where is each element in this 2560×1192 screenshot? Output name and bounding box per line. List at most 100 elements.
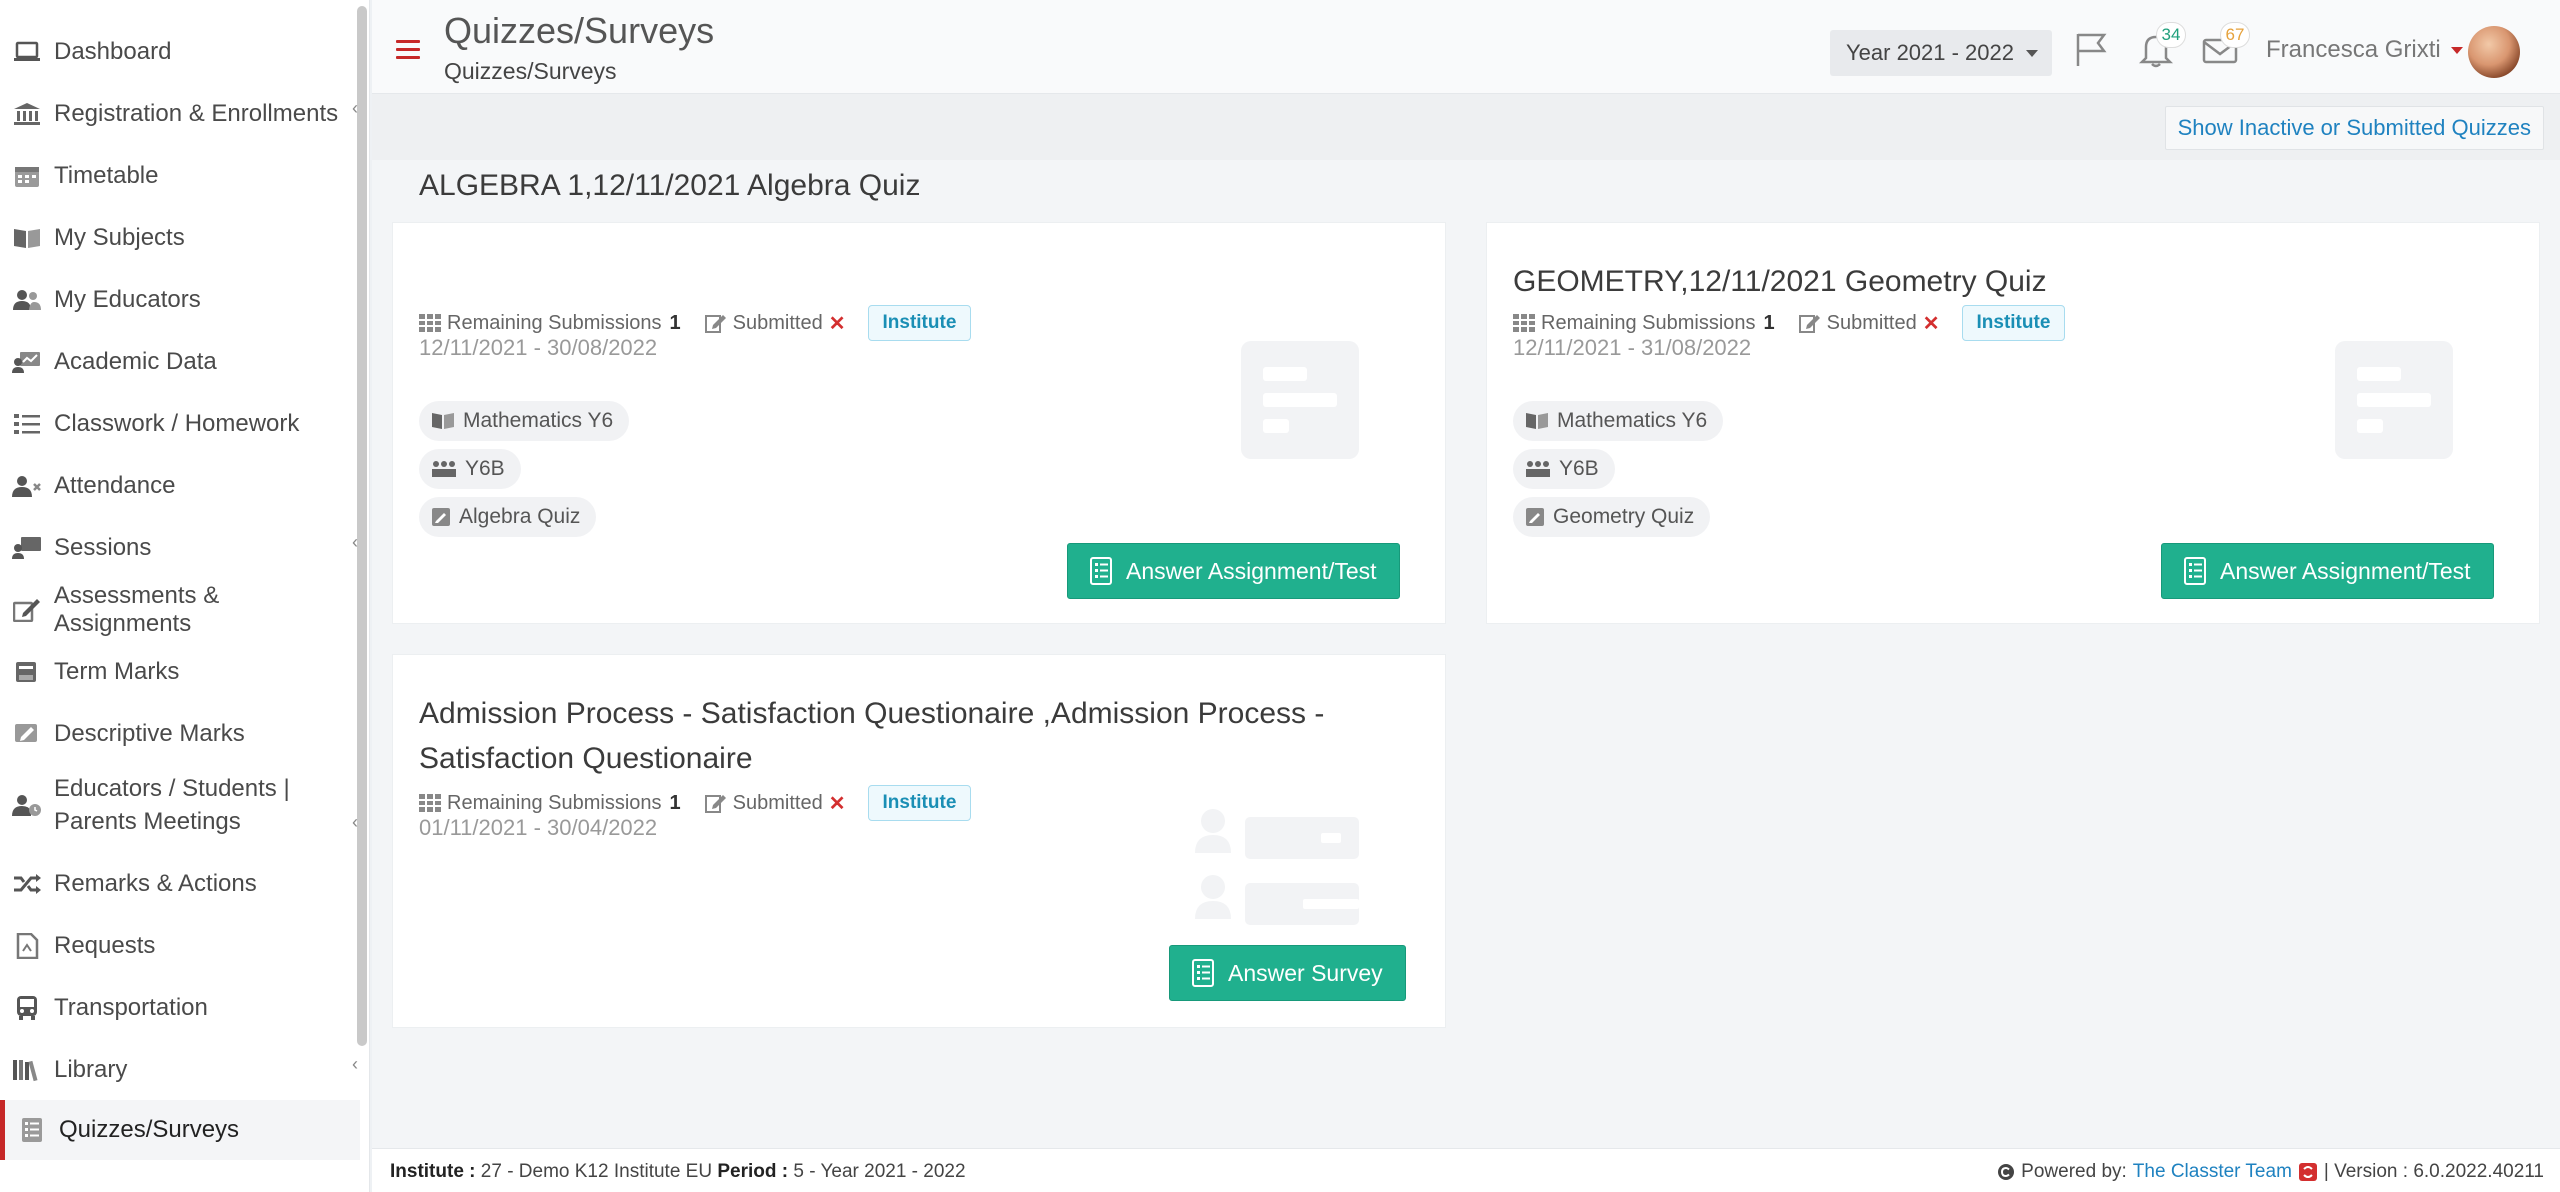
caret-down-icon xyxy=(2026,49,2038,57)
book-icon xyxy=(431,412,455,430)
toolbar: Show Inactive or Submitted Quizzes xyxy=(372,94,2560,160)
comment-edit-icon xyxy=(12,721,42,747)
sidebar-item-sessions[interactable]: Sessions ‹ xyxy=(0,530,360,566)
sidebar-item-label: Timetable xyxy=(54,162,159,189)
answer-survey-button[interactable]: Answer Survey xyxy=(1169,945,1406,1001)
sidebar-item-label: Remarks & Actions xyxy=(54,870,257,897)
sidebar-item-requests[interactable]: Requests xyxy=(0,928,360,964)
period-value: 5 - Year 2021 - 2022 xyxy=(793,1161,966,1182)
sidebar-item-assessments[interactable]: Assessments & Assignments xyxy=(0,582,360,637)
quiz-card: ALGEBRA 1,12/11/2021 Algebra Quiz Remain… xyxy=(392,169,1446,624)
remaining-label: Remaining Submissions xyxy=(447,791,662,814)
sidebar-item-quizzes[interactable]: Quizzes/Surveys xyxy=(0,1100,360,1160)
answer-assignment-button[interactable]: Answer Assignment/Test xyxy=(1067,543,1400,599)
user-clock-icon xyxy=(12,792,42,818)
sidebar-item-label: Assessments & Assignments xyxy=(53,582,220,637)
flag-icon[interactable] xyxy=(2072,30,2112,70)
year-selector[interactable]: Year 2021 - 2022 xyxy=(1830,30,2052,76)
calendar-icon xyxy=(12,163,42,189)
sidebar-item-attendance[interactable]: Attendance xyxy=(0,468,360,504)
remaining-value: 1 xyxy=(1763,311,1775,334)
assessment-tag: Geometry Quiz xyxy=(1513,497,1711,537)
breadcrumb: Quizzes/Surveys xyxy=(444,58,617,84)
institute-badge: Institute xyxy=(1961,305,2066,341)
show-inactive-button[interactable]: Show Inactive or Submitted Quizzes xyxy=(2164,106,2544,150)
tag-label: Mathematics Y6 xyxy=(1557,409,1708,432)
sidebar-item-term-marks[interactable]: Term Marks xyxy=(0,654,360,690)
sidebar-item-transportation[interactable]: Transportation xyxy=(0,990,360,1026)
sidebar-item-label: Registration & Enrollments xyxy=(54,100,339,127)
messages-envelope[interactable]: 67 xyxy=(2200,22,2250,70)
sidebar-item-my-educators[interactable]: My Educators xyxy=(0,282,360,318)
submitted-icon xyxy=(704,793,727,813)
sidebar-item-label: Term Marks xyxy=(54,658,180,685)
sidebar-item-label: Descriptive Marks xyxy=(54,720,245,747)
checklist-icon xyxy=(2184,557,2206,585)
sidebar-item-remarks[interactable]: Remarks & Actions xyxy=(0,866,360,902)
hamburger-menu-icon[interactable] xyxy=(396,40,420,60)
submitted-label: Submitted xyxy=(1826,311,1917,334)
user-name: Francesca Grixti xyxy=(2266,36,2441,63)
sidebar-item-academic-data[interactable]: Academic Data xyxy=(0,344,360,380)
footer-institute-info: Institute : 27 - Demo K12 Institute EU P… xyxy=(390,1161,966,1183)
tag-label: Geometry Quiz xyxy=(1553,505,1695,528)
survey-title-line: Admission Process - Satisfaction Questio… xyxy=(419,697,1325,730)
chevron-left-icon: ‹ xyxy=(352,812,358,832)
sidebar-item-meetings[interactable]: Educators / Students | Parents Meetings … xyxy=(0,772,360,842)
bus-icon xyxy=(12,995,42,1021)
classter-team-link[interactable]: The Classter Team xyxy=(2133,1161,2292,1183)
page-title: Quizzes/Surveys xyxy=(444,10,715,51)
chevron-left-icon: ‹ xyxy=(352,532,358,552)
group-icon xyxy=(431,460,457,478)
sidebar-item-descriptive-marks[interactable]: Descriptive Marks xyxy=(0,716,360,752)
quiz-dates: 12/11/2021 - 30/08/2022 xyxy=(419,335,658,360)
grid-icon xyxy=(419,794,441,812)
user-menu[interactable]: Francesca Grixti xyxy=(2266,36,2463,64)
quiz-icon xyxy=(17,1117,47,1143)
remaining-value: 1 xyxy=(669,311,681,334)
answer-assignment-button[interactable]: Answer Assignment/Test xyxy=(2161,543,2494,599)
sidebar-item-label: Sessions xyxy=(54,534,152,561)
sidebar-item-label: Academic Data xyxy=(54,348,217,375)
year-selector-value: Year 2021 - 2022 xyxy=(1846,40,2014,65)
notifications-badge: 34 xyxy=(2156,22,2186,48)
checklist-icon xyxy=(1192,959,1214,987)
tag-label: Y6B xyxy=(1559,457,1599,480)
subject-tag: Mathematics Y6 xyxy=(419,401,630,441)
submitted-icon xyxy=(704,313,727,333)
not-submitted-icon: ✕ xyxy=(1922,312,1940,335)
survey-card: Admission Process - Satisfaction Questio… xyxy=(392,654,1446,1028)
tag-label: Algebra Quiz xyxy=(459,505,581,528)
sidebar-item-label: Dashboard xyxy=(54,38,172,65)
shuffle-icon xyxy=(12,871,42,897)
submitted-icon xyxy=(1798,313,1821,333)
sidebar-item-classwork[interactable]: Classwork / Homework xyxy=(0,406,360,442)
document-icon xyxy=(12,933,42,959)
classter-logo-icon xyxy=(2298,1162,2318,1182)
messages-badge: 67 xyxy=(2220,22,2250,48)
institute-value: 27 - Demo K12 Institute EU xyxy=(480,1161,713,1182)
sidebar-item-label: Attendance xyxy=(54,472,176,499)
sidebar-item-label: Requests xyxy=(54,932,156,959)
class-tag: Y6B xyxy=(419,449,521,489)
sidebar-item-label: Educators / Students | Parents Meetings xyxy=(54,775,290,835)
sidebar-item-my-subjects[interactable]: My Subjects xyxy=(0,220,360,256)
avatar[interactable] xyxy=(2468,26,2520,78)
not-submitted-icon: ✕ xyxy=(828,312,846,335)
remaining-label: Remaining Submissions xyxy=(447,311,662,334)
book-icon xyxy=(12,225,42,251)
button-label: Answer Assignment/Test xyxy=(1126,557,1377,584)
bank-icon xyxy=(12,101,42,127)
chevron-left-icon: ‹ xyxy=(352,98,358,118)
edit-square-icon xyxy=(1525,507,1545,527)
survey-title: Admission Process - Satisfaction Questio… xyxy=(419,691,1324,781)
sidebar-item-label: My Educators xyxy=(54,286,201,313)
checklist-icon xyxy=(1090,557,1112,585)
sidebar-item-dashboard[interactable]: Dashboard xyxy=(0,34,360,70)
sidebar-item-timetable[interactable]: Timetable xyxy=(0,158,360,194)
caret-down-icon xyxy=(2450,46,2463,54)
sidebar-item-registration[interactable]: Registration & Enrollments ‹ xyxy=(0,96,360,132)
sidebar-item-label: Classwork / Homework xyxy=(54,410,300,437)
sidebar-item-library[interactable]: Library ‹ xyxy=(0,1052,360,1088)
notifications-bell[interactable]: 34 xyxy=(2136,22,2186,70)
